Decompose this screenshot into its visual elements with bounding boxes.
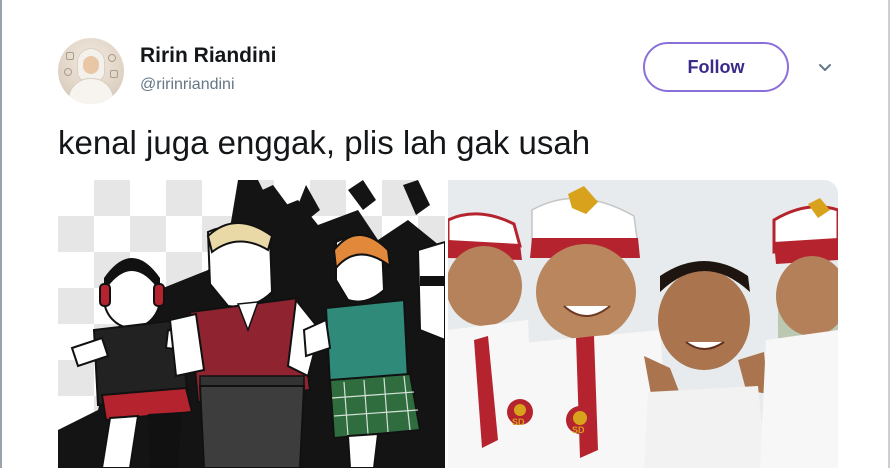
- avatar-doodle: [64, 68, 72, 76]
- author-handle[interactable]: @ririnriandini: [140, 76, 235, 94]
- comic-edge-figure: [416, 240, 445, 342]
- avatar-doodle: [66, 52, 74, 60]
- comic-illustration: [58, 180, 445, 468]
- media-image-comic[interactable]: [58, 180, 445, 468]
- avatar-doodle: [110, 70, 118, 78]
- follow-button[interactable]: Follow: [643, 42, 789, 92]
- author-name[interactable]: Ririn Riandini: [140, 44, 277, 68]
- chevron-down-icon[interactable]: [817, 60, 833, 76]
- avatar-face: [83, 56, 99, 74]
- students-photo: SD SD: [448, 180, 838, 468]
- tweet-media[interactable]: SD SD: [58, 180, 838, 468]
- uniform-badge-label: SD: [512, 417, 525, 427]
- avatar[interactable]: [58, 38, 124, 104]
- avatar-doodle: [108, 54, 116, 62]
- uniform-badge-label: SD: [572, 425, 585, 435]
- tweet-text: kenal juga enggak, plis lah gak usah: [58, 124, 591, 161]
- avatar-body: [68, 78, 114, 104]
- tweet-card: Ririn Riandini @ririnriandini Follow ken…: [0, 0, 890, 468]
- media-image-students[interactable]: SD SD: [448, 180, 838, 468]
